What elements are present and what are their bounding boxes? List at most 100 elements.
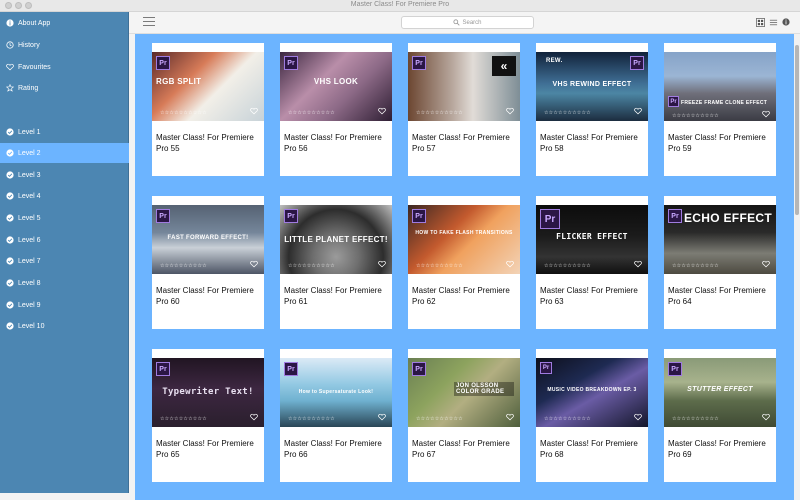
sidebar-item-label: Level 2	[18, 149, 41, 157]
search-placeholder: Search	[462, 19, 482, 26]
favourite-heart-icon[interactable]	[506, 260, 514, 268]
sidebar-item-label: Level 5	[18, 214, 41, 222]
premiere-logo: Pr	[540, 209, 560, 229]
rating-stars[interactable]: ☆☆☆☆☆☆☆☆☆☆	[672, 113, 719, 119]
favourite-heart-icon[interactable]	[634, 107, 642, 115]
sidebar-item-label: History	[18, 41, 40, 49]
rating-stars[interactable]: ☆☆☆☆☆☆☆☆☆☆	[672, 263, 719, 269]
thumb-text: LITTLE PLANET EFFECT!	[284, 235, 388, 244]
video-grid: Pr RGB SPLIT ☆☆☆☆☆☆☆☆☆☆ Master Class! Fo…	[135, 34, 794, 500]
app-window: Master Class! For Premiere Pro About App…	[0, 0, 800, 500]
sidebar-item-rating[interactable]: Rating	[0, 78, 129, 98]
video-title: Master Class! For Premiere Pro 63	[540, 286, 638, 306]
video-thumbnail: Pr MUSIC VIDEO BREAKDOWN EP. 3 ☆☆☆☆☆☆☆☆☆…	[536, 358, 648, 427]
sidebar-item-level-6[interactable]: Level 6	[0, 230, 129, 250]
favourite-heart-icon[interactable]	[506, 107, 514, 115]
sidebar-item-level-10[interactable]: Level 10	[0, 316, 129, 336]
video-card[interactable]: Pr How to Supersaturate Look! ☆☆☆☆☆☆☆☆☆☆…	[280, 349, 392, 482]
rating-stars[interactable]: ☆☆☆☆☆☆☆☆☆☆	[288, 110, 335, 116]
premiere-logo: Pr	[540, 362, 552, 374]
premiere-logo: Pr	[630, 56, 644, 70]
sidebar-item-level-1[interactable]: Level 1	[0, 122, 129, 142]
video-card[interactable]: Pr Typewriter Text! ☆☆☆☆☆☆☆☆☆☆ Master Cl…	[152, 349, 264, 482]
rating-stars[interactable]: ☆☆☆☆☆☆☆☆☆☆	[160, 416, 207, 422]
sidebar-item-level-8[interactable]: Level 8	[0, 273, 129, 293]
scrollbar-thumb[interactable]	[795, 45, 799, 215]
video-card[interactable]: Pr RGB SPLIT ☆☆☆☆☆☆☆☆☆☆ Master Class! Fo…	[152, 43, 264, 176]
info-button[interactable]	[781, 17, 791, 27]
rating-stars[interactable]: ☆☆☆☆☆☆☆☆☆☆	[544, 263, 591, 269]
rating-stars[interactable]: ☆☆☆☆☆☆☆☆☆☆	[672, 416, 719, 422]
sidebar-item-level-9[interactable]: Level 9	[0, 295, 129, 315]
rating-stars[interactable]: ☆☆☆☆☆☆☆☆☆☆	[416, 416, 463, 422]
video-thumbnail: Pr RGB SPLIT ☆☆☆☆☆☆☆☆☆☆	[152, 52, 264, 121]
list-view-button[interactable]	[768, 17, 778, 27]
video-card[interactable]: Pr VHS LOOK ☆☆☆☆☆☆☆☆☆☆ Master Class! For…	[280, 43, 392, 176]
video-thumbnail: Pr VHS LOOK ☆☆☆☆☆☆☆☆☆☆	[280, 52, 392, 121]
favourite-heart-icon[interactable]	[762, 110, 770, 118]
sidebar-item-about-app[interactable]: About App	[0, 13, 129, 33]
check-circle-icon	[6, 257, 14, 265]
video-card[interactable]: Pr ECHO EFFECT ☆☆☆☆☆☆☆☆☆☆ Master Class! …	[664, 196, 776, 329]
video-card[interactable]: Pr REW. VHS REWIND EFFECT ☆☆☆☆☆☆☆☆☆☆ Mas…	[536, 43, 648, 176]
premiere-logo: Pr	[284, 209, 298, 223]
video-thumbnail: Pr FLICKER EFFECT ☆☆☆☆☆☆☆☆☆☆	[536, 205, 648, 274]
favourite-heart-icon[interactable]	[250, 260, 258, 268]
video-card[interactable]: Pr MUSIC VIDEO BREAKDOWN EP. 3 ☆☆☆☆☆☆☆☆☆…	[536, 349, 648, 482]
rating-stars[interactable]: ☆☆☆☆☆☆☆☆☆☆	[160, 110, 207, 116]
hamburger-menu-icon[interactable]	[143, 16, 155, 26]
favourite-heart-icon[interactable]	[378, 260, 386, 268]
video-thumbnail: Pr ECHO EFFECT ☆☆☆☆☆☆☆☆☆☆	[664, 205, 776, 274]
favourite-heart-icon[interactable]	[762, 260, 770, 268]
premiere-logo: Pr	[412, 56, 426, 70]
premiere-logo: Pr	[284, 362, 298, 376]
vertical-scrollbar[interactable]	[794, 34, 800, 500]
video-card[interactable]: Pr HOW TO FAKE FLASH TRANSITIONS ☆☆☆☆☆☆☆…	[408, 196, 520, 329]
info-icon	[6, 19, 14, 27]
rating-stars[interactable]: ☆☆☆☆☆☆☆☆☆☆	[416, 110, 463, 116]
rating-stars[interactable]: ☆☆☆☆☆☆☆☆☆☆	[160, 263, 207, 269]
search-input[interactable]: Search	[401, 16, 534, 29]
thumb-text: STUTTER EFFECT	[687, 386, 753, 393]
sidebar-item-level-7[interactable]: Level 7	[0, 251, 129, 271]
check-circle-icon	[6, 192, 14, 200]
favourite-heart-icon[interactable]	[250, 413, 258, 421]
video-thumbnail: Pr HOW TO FAKE FLASH TRANSITIONS ☆☆☆☆☆☆☆…	[408, 205, 520, 274]
window-title: Master Class! For Premiere Pro	[350, 1, 450, 8]
video-card[interactable]: Pr STUTTER EFFECT ☆☆☆☆☆☆☆☆☆☆ Master Clas…	[664, 349, 776, 482]
sidebar-item-history[interactable]: History	[0, 35, 129, 55]
rating-stars[interactable]: ☆☆☆☆☆☆☆☆☆☆	[544, 110, 591, 116]
thumb-text: FLICKER EFFECT	[556, 232, 628, 241]
favourite-heart-icon[interactable]	[762, 413, 770, 421]
sidebar-item-label: About App	[18, 19, 51, 27]
rating-stars[interactable]: ☆☆☆☆☆☆☆☆☆☆	[288, 416, 335, 422]
sidebar-item-level-2[interactable]: Level 2	[0, 143, 129, 163]
rating-stars[interactable]: ☆☆☆☆☆☆☆☆☆☆	[416, 263, 463, 269]
favourite-heart-icon[interactable]	[378, 107, 386, 115]
heart-icon	[6, 63, 14, 71]
sidebar-item-level-3[interactable]: Level 3	[0, 165, 129, 185]
video-card[interactable]: Pr FLICKER EFFECT ☆☆☆☆☆☆☆☆☆☆ Master Clas…	[536, 196, 648, 329]
video-card[interactable]: Pr JON OLSSON COLOR GRADE ☆☆☆☆☆☆☆☆☆☆ Mas…	[408, 349, 520, 482]
favourite-heart-icon[interactable]	[634, 413, 642, 421]
premiere-logo: Pr	[668, 209, 682, 223]
grid-view-button[interactable]	[755, 17, 765, 27]
video-thumbnail: Pr Typewriter Text! ☆☆☆☆☆☆☆☆☆☆	[152, 358, 264, 427]
video-title: Master Class! For Premiere Pro 65	[156, 439, 254, 459]
sidebar-item-level-5[interactable]: Level 5	[0, 208, 129, 228]
favourite-heart-icon[interactable]	[506, 413, 514, 421]
premiere-logo: Pr	[156, 56, 170, 70]
sidebar-item-label: Favourites	[18, 63, 51, 71]
sidebar-item-level-4[interactable]: Level 4	[0, 186, 129, 206]
video-card[interactable]: Pr « ☆☆☆☆☆☆☆☆☆☆ Master Class! For Premie…	[408, 43, 520, 176]
video-card[interactable]: Pr LITTLE PLANET EFFECT! ☆☆☆☆☆☆☆☆☆☆ Mast…	[280, 196, 392, 329]
favourite-heart-icon[interactable]	[378, 413, 386, 421]
rating-stars[interactable]: ☆☆☆☆☆☆☆☆☆☆	[288, 263, 335, 269]
rating-stars[interactable]: ☆☆☆☆☆☆☆☆☆☆	[544, 416, 591, 422]
thumb-text: VHS REWIND EFFECT	[552, 81, 632, 88]
favourite-heart-icon[interactable]	[634, 260, 642, 268]
video-card[interactable]: Pr FREEZE FRAME CLONE EFFECT ☆☆☆☆☆☆☆☆☆☆ …	[664, 43, 776, 176]
favourite-heart-icon[interactable]	[250, 107, 258, 115]
video-card[interactable]: Pr FAST FORWARD EFFECT! ☆☆☆☆☆☆☆☆☆☆ Maste…	[152, 196, 264, 329]
sidebar-item-favourites[interactable]: Favourites	[0, 57, 129, 77]
